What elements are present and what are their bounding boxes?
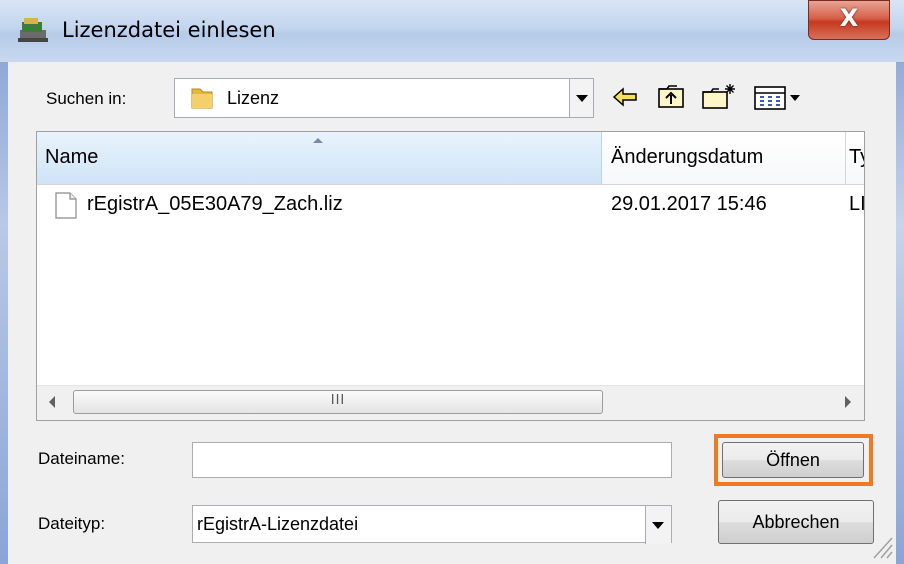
close-icon: X bbox=[839, 4, 859, 32]
file-open-dialog: Lizenzdatei einlesen X Suchen in: Lizenz bbox=[0, 0, 904, 564]
title-bar[interactable]: Lizenzdatei einlesen X bbox=[0, 0, 904, 63]
up-folder-icon[interactable] bbox=[656, 82, 688, 112]
column-name-label: Name bbox=[45, 146, 99, 168]
cancel-button[interactable]: Abbrechen bbox=[718, 500, 874, 544]
file-type: LI bbox=[849, 193, 865, 215]
filename-input[interactable] bbox=[192, 442, 672, 478]
close-button[interactable]: X bbox=[808, 0, 890, 40]
folder-icon bbox=[191, 88, 213, 109]
column-header-name[interactable]: Name bbox=[37, 132, 602, 184]
scrollbar-grip: III bbox=[330, 393, 346, 408]
filetype-value: rEgistrA-Lizenzdatei bbox=[197, 514, 359, 534]
dialog-title: Lizenzdatei einlesen bbox=[62, 18, 276, 42]
column-divider[interactable] bbox=[845, 132, 846, 184]
app-icon bbox=[18, 18, 48, 42]
file-date: 29.01.2017 15:46 bbox=[611, 193, 767, 215]
filetype-label: Dateityp: bbox=[38, 514, 106, 533]
scroll-left-icon[interactable] bbox=[49, 396, 55, 408]
list-header: Name Änderungsdatum Ty bbox=[37, 132, 864, 185]
lookin-label: Suchen in: bbox=[46, 89, 127, 108]
file-icon bbox=[55, 192, 77, 219]
resize-grip-icon[interactable] bbox=[868, 530, 894, 560]
file-list[interactable]: Name Änderungsdatum Ty rEgistrA_05E30A79… bbox=[36, 131, 865, 421]
filename-label: Dateiname: bbox=[38, 449, 125, 468]
open-button-highlight bbox=[714, 434, 873, 486]
lookin-combobox[interactable]: Lizenz bbox=[174, 78, 594, 118]
lookin-dropdown-button[interactable] bbox=[569, 79, 593, 117]
column-header-type[interactable]: Ty bbox=[849, 146, 864, 169]
window-frame-left bbox=[0, 0, 8, 564]
scrollbar-thumb[interactable]: III bbox=[73, 390, 603, 414]
view-menu-icon[interactable] bbox=[752, 82, 808, 112]
new-folder-icon[interactable] bbox=[700, 82, 738, 112]
filetype-dropdown-button[interactable] bbox=[645, 506, 671, 544]
horizontal-scrollbar[interactable]: III bbox=[37, 385, 864, 420]
lookin-value: Lizenz bbox=[227, 88, 280, 108]
back-arrow-icon[interactable] bbox=[610, 82, 640, 112]
list-item[interactable]: rEgistrA_05E30A79_Zach.liz 29.01.2017 15… bbox=[37, 184, 864, 224]
window-frame-right bbox=[896, 0, 904, 564]
scroll-right-icon[interactable] bbox=[845, 396, 851, 408]
column-header-date[interactable]: Änderungsdatum bbox=[611, 146, 763, 169]
sort-ascending-icon bbox=[313, 138, 323, 143]
file-name: rEgistrA_05E30A79_Zach.liz bbox=[87, 193, 343, 215]
filetype-combobox[interactable]: rEgistrA-Lizenzdatei bbox=[192, 505, 672, 544]
